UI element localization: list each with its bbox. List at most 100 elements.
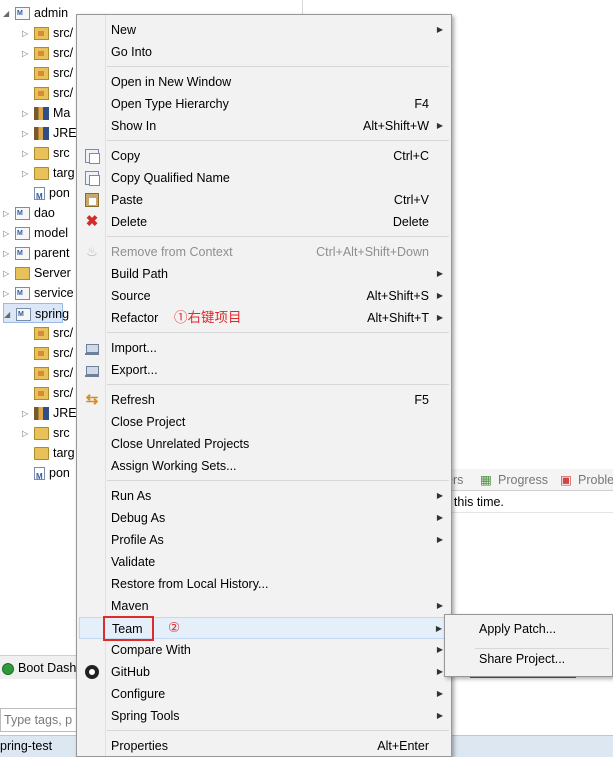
tree-item[interactable]: ▷ Ma: [22, 103, 70, 123]
menu-item-show-in[interactable]: Show In Alt+Shift+W ▶: [79, 115, 449, 137]
tags-input[interactable]: Type tags, p: [0, 708, 80, 732]
library-icon: [34, 127, 49, 141]
menu-item-validate[interactable]: Validate: [79, 551, 449, 573]
expand-down-icon[interactable]: ◢: [4, 305, 14, 325]
tree-item[interactable]: ▷ targ: [22, 163, 75, 183]
expand-right-icon[interactable]: ▷: [22, 424, 32, 444]
tree-item[interactable]: ▷ service: [3, 283, 74, 304]
submenu-arrow-icon: ▶: [436, 645, 443, 654]
expand-down-icon[interactable]: ◢: [3, 4, 13, 24]
tree-item[interactable]: src/: [22, 63, 73, 83]
tree-item[interactable]: src/: [22, 83, 73, 103]
menu-item-maven[interactable]: Maven ▶: [79, 595, 449, 617]
tree-item-label: pon: [49, 466, 70, 480]
source-folder-icon: [34, 367, 49, 381]
menu-item-share-project[interactable]: Share Project...: [447, 647, 611, 671]
menu-item-open-type-hierarchy[interactable]: Open Type Hierarchy F4: [79, 93, 449, 115]
menu-item-assign-working-sets[interactable]: Assign Working Sets...: [79, 455, 449, 477]
menu-item-profile-as[interactable]: Profile As ▶: [79, 529, 449, 551]
menu-item-spring-tools[interactable]: Spring Tools ▶: [79, 705, 449, 727]
tree-item[interactable]: ▷ src: [22, 143, 70, 163]
tree-item-label: pon: [49, 186, 70, 200]
expand-right-icon[interactable]: ▷: [3, 264, 13, 284]
menu-item-properties[interactable]: Properties Alt+Enter: [79, 735, 449, 757]
expand-right-icon[interactable]: ▷: [3, 204, 13, 224]
tree-item[interactable]: ▷ JRE: [22, 403, 77, 423]
expand-right-icon[interactable]: ▷: [22, 164, 32, 184]
tree-item[interactable]: ▷ src/: [22, 43, 73, 63]
tree-item[interactable]: pon: [22, 183, 70, 207]
maven-project-icon: [15, 244, 30, 264]
menu-item-paste[interactable]: Paste Ctrl+V: [79, 189, 449, 211]
menu-item-import[interactable]: Import...: [79, 337, 449, 359]
menu-item-refresh[interactable]: ⇆ Refresh F5: [79, 389, 449, 411]
menu-item-label: Debug As: [111, 511, 166, 525]
menu-item-source[interactable]: Source Alt+Shift+S ▶: [79, 285, 449, 307]
menu-item-copy-qualified-name[interactable]: Copy Qualified Name: [79, 167, 449, 189]
folder-icon: [34, 427, 49, 441]
menu-item-compare-with[interactable]: Compare With ▶: [79, 639, 449, 661]
expand-right-icon[interactable]: ▷: [22, 44, 32, 64]
tree-item[interactable]: src/: [22, 383, 73, 403]
tree-item-label: parent: [34, 246, 70, 260]
menu-item-shortcut: Ctrl+Alt+Shift+Down: [316, 245, 429, 259]
delete-icon: ✖: [85, 213, 99, 230]
submenu-arrow-icon: ▶: [436, 513, 443, 522]
menu-item-build-path[interactable]: Build Path ▶: [79, 263, 449, 285]
menu-item-label: New: [111, 23, 137, 37]
menu-item-copy[interactable]: Copy Ctrl+C: [79, 145, 449, 167]
menu-item-label: Export...: [111, 363, 158, 377]
menu-item-apply-patch[interactable]: Apply Patch...: [447, 617, 611, 641]
menu-item-shortcut: Delete: [392, 215, 429, 229]
menu-item-debug-as[interactable]: Debug As ▶: [79, 507, 449, 529]
copy-icon: [85, 149, 100, 164]
menu-item-label: Run As: [111, 489, 152, 503]
menu-item-restore-from-local-history[interactable]: Restore from Local History...: [79, 573, 449, 595]
menu-item-refactor[interactable]: Refactor Alt+Shift+T ▶: [79, 307, 449, 329]
expand-right-icon[interactable]: ▷: [22, 124, 32, 144]
tree-item[interactable]: pon: [22, 463, 70, 487]
menu-item-close-project[interactable]: Close Project: [79, 411, 449, 433]
expand-right-icon[interactable]: ▷: [22, 144, 32, 164]
tree-item[interactable]: targ: [22, 443, 75, 463]
tree-item-label: spring: [35, 307, 70, 321]
copy-qualified-name-icon: [85, 171, 100, 186]
tab-problems[interactable]: Proble: [578, 469, 613, 491]
tree-item[interactable]: ◢ spring: [3, 303, 69, 325]
tree-item[interactable]: ▷ dao: [3, 203, 55, 224]
views-tab-bar: ers ▦ Progress ▣ Proble: [440, 469, 613, 491]
expand-right-icon[interactable]: ▷: [22, 24, 32, 44]
menu-item-delete[interactable]: ✖ Delete Delete: [79, 211, 449, 233]
tree-item[interactable]: src/: [22, 323, 73, 343]
menu-item-go-into[interactable]: Go Into: [79, 41, 449, 63]
menu-item-run-as[interactable]: Run As ▶: [79, 485, 449, 507]
tree-item[interactable]: ▷ src: [22, 423, 70, 443]
tree-item[interactable]: src/: [22, 343, 73, 363]
export-icon: [85, 363, 99, 377]
tree-item-label: model: [34, 226, 69, 240]
menu-item-configure[interactable]: Configure ▶: [79, 683, 449, 705]
expand-right-icon[interactable]: ▷: [22, 404, 32, 424]
tree-item[interactable]: ▷ Server: [3, 263, 71, 283]
menu-item-new[interactable]: New ▶: [79, 19, 449, 41]
tree-item[interactable]: ▷ JRE: [22, 123, 77, 143]
menu-item-label: Copy Qualified Name: [111, 171, 230, 185]
menu-item-label: Close Project: [111, 415, 186, 429]
expand-right-icon[interactable]: ▷: [22, 104, 32, 124]
tree-item[interactable]: ▷ model: [3, 223, 69, 244]
menu-item-export[interactable]: Export...: [79, 359, 449, 381]
tree-item[interactable]: ◢ admin: [3, 3, 68, 24]
tree-item[interactable]: ▷ src/: [22, 23, 73, 43]
menu-separator: [107, 140, 449, 141]
menu-item-close-unrelated-projects[interactable]: Close Unrelated Projects: [79, 433, 449, 455]
expand-right-icon[interactable]: ▷: [3, 224, 13, 244]
expand-right-icon[interactable]: ▷: [3, 284, 13, 304]
tree-item-label: JRE: [53, 126, 77, 140]
tree-item-label: src/: [53, 386, 74, 400]
tab-progress[interactable]: Progress: [498, 469, 548, 491]
tree-item[interactable]: src/: [22, 363, 73, 383]
tree-item[interactable]: ▷ parent: [3, 243, 70, 264]
menu-item-github[interactable]: GitHub ▶: [79, 661, 449, 683]
menu-item-open-in-new-window[interactable]: Open in New Window: [79, 71, 449, 93]
expand-right-icon[interactable]: ▷: [3, 244, 13, 264]
